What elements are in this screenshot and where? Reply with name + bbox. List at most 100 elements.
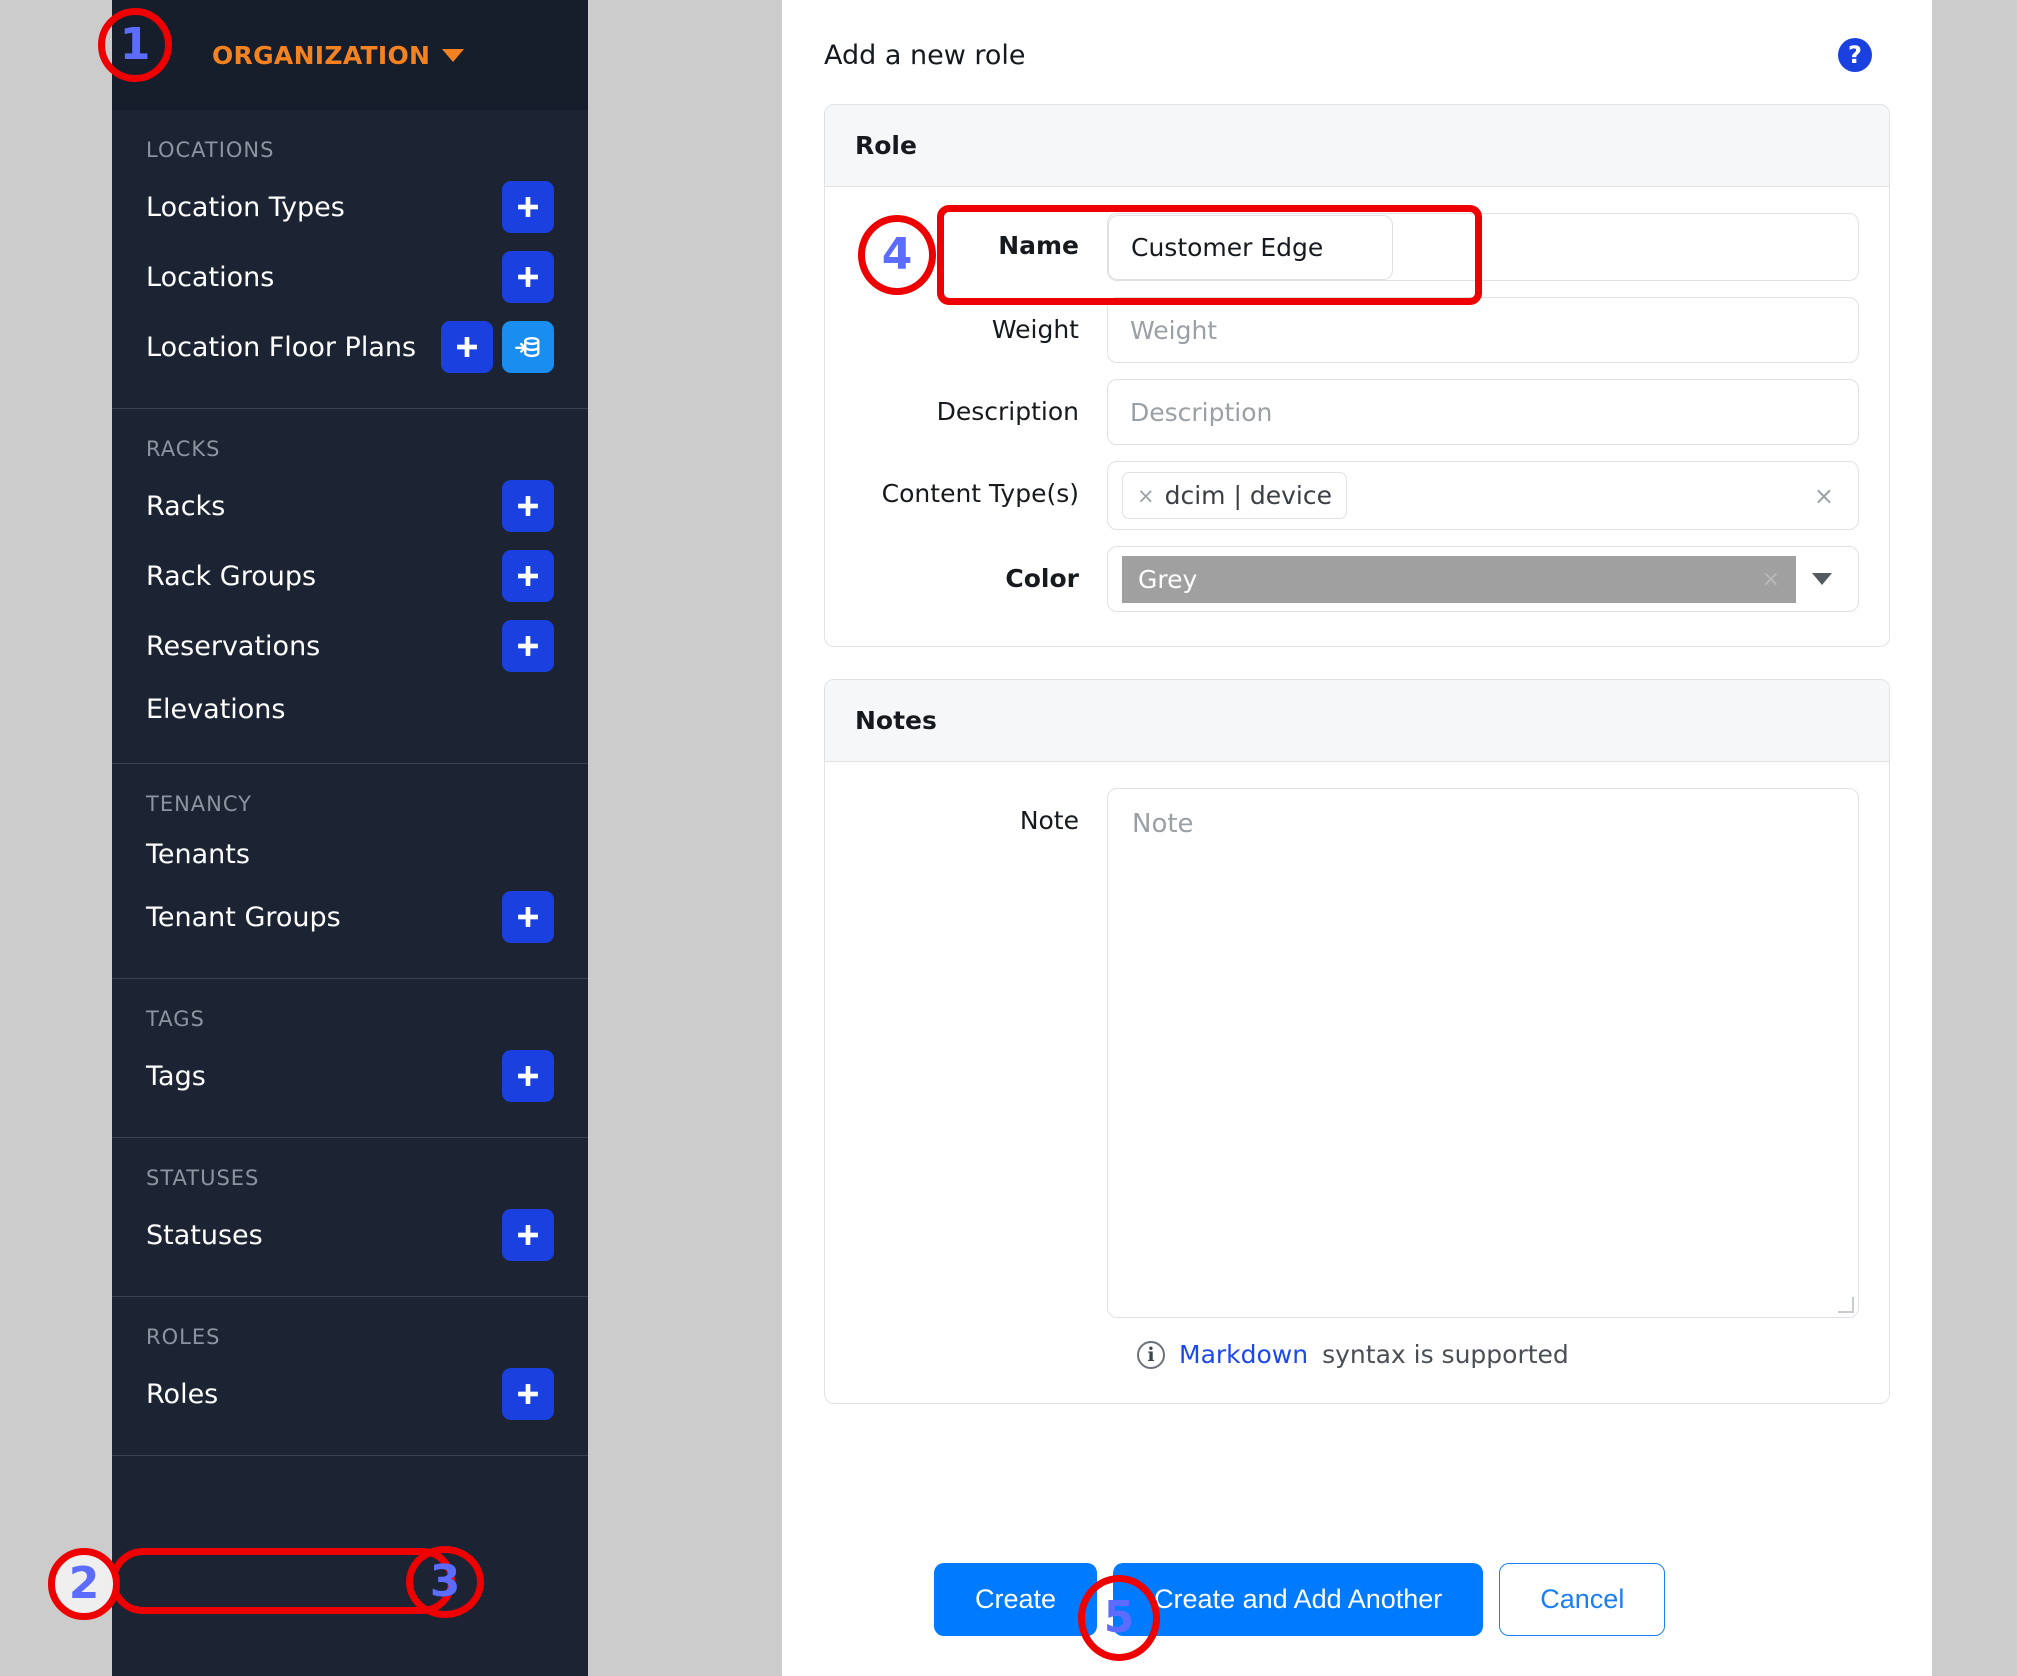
sidebar-item-actions	[502, 181, 554, 233]
sidebar-section-title: STATUSES	[146, 1166, 260, 1190]
sidebar-item-location-floor-plans[interactable]: Location Floor Plans	[112, 312, 588, 382]
sidebar-item-label: Elevations	[146, 693, 286, 725]
note-textarea[interactable]: Note	[1107, 788, 1859, 1318]
sidebar-item-actions	[441, 321, 554, 373]
annotation-marker-2: 2	[48, 1548, 120, 1620]
role-card: Role Name Customer Edge Weight Weight De…	[824, 104, 1890, 647]
sidebar-item-actions	[502, 1209, 554, 1261]
add-location-types-button[interactable]	[502, 181, 554, 233]
add-location-floor-plans-button[interactable]	[441, 321, 493, 373]
add-tags-button[interactable]	[502, 1050, 554, 1102]
sidebar-sections: LOCATIONS Location Types Locations Location…	[112, 110, 588, 1456]
sidebar-section-roles: ROLES Roles	[112, 1297, 588, 1456]
add-reservations-button[interactable]	[502, 620, 554, 672]
sidebar-item-label: Rack Groups	[146, 560, 317, 592]
color-field-row: Color Grey ×	[855, 546, 1859, 612]
add-rack-groups-button[interactable]	[502, 550, 554, 602]
sidebar-item-tenants[interactable]: Tenants	[112, 826, 588, 882]
sidebar-item-actions	[502, 480, 554, 532]
info-icon: i	[1137, 1340, 1165, 1369]
add-locations-button[interactable]	[502, 251, 554, 303]
sidebar-item-actions	[502, 550, 554, 602]
note-field-row: Note Note	[855, 788, 1859, 1318]
add-racks-button[interactable]	[502, 480, 554, 532]
content-type-token[interactable]: × dcim | device	[1122, 472, 1347, 519]
sidebar-item-actions	[502, 891, 554, 943]
sidebar-section-tags: TAGS Tags	[112, 979, 588, 1138]
organization-menu-label: ORGANIZATION	[212, 40, 431, 70]
page-title: Add a new role	[824, 39, 1026, 71]
token-remove-icon[interactable]: ×	[1137, 484, 1155, 508]
weight-field-row: Weight Weight	[855, 297, 1859, 363]
sidebar-item-label: Statuses	[146, 1219, 263, 1251]
note-label: Note	[1019, 806, 1079, 835]
sidebar-item-label: Location Floor Plans	[146, 331, 417, 363]
resize-handle-icon[interactable]	[1838, 1297, 1854, 1313]
markdown-hint: i Markdown syntax is supported	[1137, 1340, 1859, 1369]
color-value: Grey	[1138, 564, 1198, 594]
sidebar-item-elevations[interactable]: Elevations	[112, 681, 588, 737]
create-button[interactable]: Create	[934, 1563, 1098, 1636]
sidebar-item-label: Reservations	[146, 630, 321, 662]
description-label: Description	[936, 397, 1079, 426]
sidebar-item-reservations[interactable]: Reservations	[112, 611, 588, 681]
description-input[interactable]: Description	[1107, 379, 1859, 445]
sidebar-section-title: LOCATIONS	[146, 138, 275, 162]
sidebar-section-locations: LOCATIONS Location Types Locations Location…	[112, 110, 588, 409]
annotation-marker-5: 5	[1078, 1575, 1160, 1661]
color-label: Color	[1005, 564, 1079, 593]
markdown-link[interactable]: Markdown	[1179, 1340, 1308, 1369]
notes-card-heading: Notes	[825, 680, 1889, 762]
help-circle-icon[interactable]: ?	[1838, 38, 1872, 72]
annotation-marker-3: 3	[406, 1546, 484, 1618]
sidebar-item-locations[interactable]: Locations	[112, 242, 588, 312]
chevron-down-icon	[442, 48, 465, 62]
sidebar-section-title: TENANCY	[146, 792, 253, 816]
annotation-marker-1: 1	[98, 8, 172, 82]
role-card-heading: Role	[825, 105, 1889, 187]
markdown-hint-text: syntax is supported	[1322, 1340, 1569, 1369]
create-and-add-another-button[interactable]: Create and Add Another	[1113, 1563, 1484, 1636]
sidebar-item-actions	[502, 251, 554, 303]
sidebar-section-title: TAGS	[146, 1007, 205, 1031]
clear-all-icon[interactable]: ×	[1814, 482, 1834, 510]
chevron-down-icon[interactable]	[1812, 573, 1832, 585]
cancel-button[interactable]: Cancel	[1499, 1563, 1666, 1636]
sidebar-header[interactable]: ORGANIZATION	[112, 0, 588, 110]
annotation-marker-4: 4	[858, 215, 936, 295]
sidebar-item-label: Tenant Groups	[146, 901, 341, 933]
content-types-label: Content Type(s)	[881, 479, 1079, 508]
sidebar-item-label: Tenants	[146, 838, 250, 870]
page-header: Add a new role ?	[782, 0, 1932, 72]
note-placeholder: Note	[1132, 809, 1194, 839]
sidebar-item-racks[interactable]: Racks	[112, 471, 588, 541]
sidebar-item-roles[interactable]: Roles	[112, 1359, 588, 1429]
sidebar-item-label: Roles	[146, 1378, 219, 1410]
sidebar-item-statuses[interactable]: Statuses	[112, 1200, 588, 1270]
organization-sidebar: ORGANIZATION LOCATIONS Location Types Loca…	[112, 0, 588, 1676]
import-location-floor-plans-button[interactable]	[502, 321, 554, 373]
content-types-select[interactable]: × dcim | device ×	[1107, 461, 1859, 530]
sidebar-section-title: ROLES	[146, 1325, 221, 1349]
add-roles-button[interactable]	[502, 1368, 554, 1420]
color-clear-icon[interactable]: ×	[1762, 567, 1780, 592]
sidebar-item-actions	[502, 1368, 554, 1420]
sidebar-section-title: RACKS	[146, 437, 221, 461]
sidebar-item-label: Locations	[146, 261, 275, 293]
notes-card: Notes Note Note i Markdown syntax is sup…	[824, 679, 1890, 1404]
token-label: dcim | device	[1164, 481, 1332, 510]
sidebar-item-label: Tags	[146, 1060, 206, 1092]
add-tenant-groups-button[interactable]	[502, 891, 554, 943]
description-field-row: Description Description	[855, 379, 1859, 445]
form-footer: Create Create and Add Another Cancel	[782, 1563, 1932, 1676]
sidebar-item-tenant-groups[interactable]: Tenant Groups	[112, 882, 588, 952]
weight-input[interactable]: Weight	[1107, 297, 1859, 363]
sidebar-item-rack-groups[interactable]: Rack Groups	[112, 541, 588, 611]
add-statuses-button[interactable]	[502, 1209, 554, 1261]
sidebar-item-label: Racks	[146, 490, 226, 522]
color-select[interactable]: Grey ×	[1107, 546, 1859, 612]
sidebar-section-tenancy: TENANCY Tenants Tenant Groups	[112, 764, 588, 979]
sidebar-item-location-types[interactable]: Location Types	[112, 172, 588, 242]
sidebar-item-tags[interactable]: Tags	[112, 1041, 588, 1111]
content-types-field-row: Content Type(s) × dcim | device ×	[855, 461, 1859, 530]
